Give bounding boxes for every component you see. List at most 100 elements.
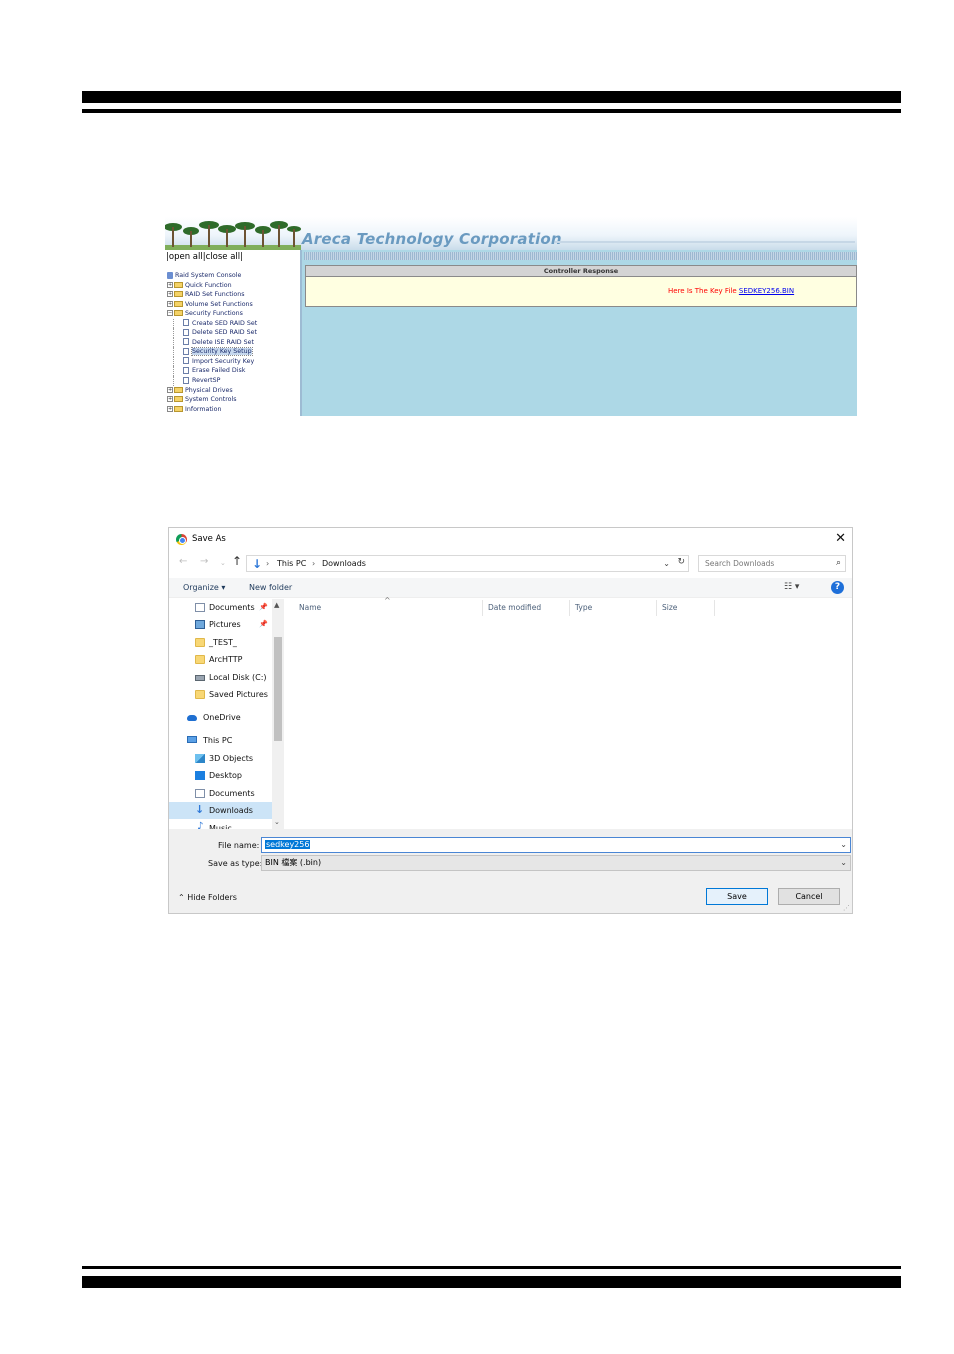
nav-scrollbar[interactable]: ▲ ⌄: [272, 599, 284, 829]
column-date-modified[interactable]: Date modified: [488, 603, 541, 612]
save-as-type-label: Save as type:: [208, 859, 263, 868]
bottom-rule-thin: [82, 1266, 901, 1269]
title-bar: Save As ✕: [169, 528, 852, 552]
nav-item-3d-objects[interactable]: 3D Objects: [169, 750, 272, 767]
close-icon[interactable]: ✕: [835, 531, 846, 546]
expand-icon[interactable]: +: [167, 405, 173, 412]
search-icon[interactable]: ⌕: [836, 556, 841, 571]
this-pc-icon: [187, 736, 197, 743]
tree-quick-function[interactable]: + Quick Function: [167, 281, 301, 291]
tree-item-import-security-key[interactable]: Import Security Key: [167, 356, 301, 367]
page-icon: [183, 347, 189, 355]
page-icon: [183, 319, 189, 327]
page-icon: [183, 338, 189, 346]
address-dropdown-icon[interactable]: ⌄: [663, 556, 670, 571]
areca-web-console: Areca Technology Corporation |open all|c…: [165, 217, 857, 416]
view-options-icon[interactable]: ☷ ▾: [784, 582, 799, 592]
expand-icon[interactable]: +: [167, 396, 173, 403]
nav-item-onedrive[interactable]: OneDrive: [169, 709, 272, 726]
tree-item-delete-ise-raid-set[interactable]: Delete ISE RAID Set: [167, 337, 301, 348]
nav-item-archttp[interactable]: ArcHTTP: [169, 651, 272, 668]
tree-item-security-key-setup[interactable]: Security Key Setup: [167, 347, 301, 357]
forward-arrow-icon[interactable]: →: [200, 556, 208, 567]
tree-item-revertsp[interactable]: RevertSP: [167, 376, 301, 386]
documents-icon: [195, 789, 205, 798]
save-button[interactable]: Save: [706, 888, 768, 905]
navigation-pane: Documents 📌 Pictures 📌 _TEST_ ArcHTTP Loca…: [169, 599, 272, 829]
scroll-up-icon[interactable]: ▲: [274, 601, 279, 609]
scroll-down-icon[interactable]: ⌄: [274, 818, 280, 826]
expand-icon[interactable]: +: [167, 291, 173, 298]
nav-item-pictures[interactable]: Pictures 📌: [169, 616, 272, 633]
address-bar[interactable]: ↓ › This PC › Downloads ⌄ ↻: [246, 555, 689, 572]
nav-item-music[interactable]: ♪ Music: [169, 820, 272, 829]
refresh-icon[interactable]: ↻: [677, 555, 685, 570]
save-as-type-select[interactable]: BIN 檔案 (.bin) ⌄: [261, 855, 851, 871]
open-close-links: |open all|close all|: [166, 252, 244, 262]
nav-item-local-disk[interactable]: Local Disk (C:): [169, 669, 272, 686]
palm-trees-logo: [165, 221, 301, 250]
nav-item-saved-pictures[interactable]: Saved Pictures: [169, 686, 272, 703]
nav-item-documents[interactable]: Documents: [169, 785, 272, 802]
page-icon: [183, 357, 189, 365]
column-divider[interactable]: [482, 600, 483, 616]
column-name[interactable]: Name: [299, 603, 321, 612]
folder-icon: [195, 690, 205, 699]
expand-icon[interactable]: +: [167, 300, 173, 307]
help-icon[interactable]: ?: [831, 581, 844, 594]
file-list-header: Name Date modified Type Size: [287, 600, 847, 618]
nav-item-test[interactable]: _TEST_: [169, 634, 272, 651]
nav-item-this-pc[interactable]: This PC: [169, 732, 272, 749]
column-divider[interactable]: [656, 600, 657, 616]
folder-icon: [174, 396, 183, 403]
nav-item-downloads[interactable]: ↓ Downloads: [169, 802, 272, 819]
tree-root[interactable]: Raid System Console: [167, 271, 301, 281]
file-name-dropdown-icon[interactable]: ⌄: [840, 838, 847, 852]
tree-item-erase-failed-disk[interactable]: Erase Failed Disk: [167, 366, 301, 376]
column-size[interactable]: Size: [662, 603, 677, 612]
search-input[interactable]: Search Downloads ⌕: [698, 555, 846, 572]
desktop-icon: [195, 771, 205, 780]
breadcrumb-this-pc[interactable]: This PC: [277, 556, 306, 571]
tree-item-create-sed-raid-set[interactable]: Create SED RAID Set: [167, 318, 301, 329]
hide-folders-toggle[interactable]: ⌃ Hide Folders: [178, 893, 237, 902]
tree-item-delete-sed-raid-set[interactable]: Delete SED RAID Set: [167, 328, 301, 338]
cancel-button[interactable]: Cancel: [778, 888, 840, 905]
recent-dropdown-icon[interactable]: ⌄: [220, 559, 226, 567]
tree-security-functions[interactable]: − Security Functions: [167, 309, 301, 319]
tree-raid-set-functions[interactable]: + RAID Set Functions: [167, 290, 301, 300]
breadcrumb-downloads[interactable]: Downloads: [322, 556, 366, 571]
folder-icon: [174, 281, 183, 288]
tree-information[interactable]: + Information: [167, 405, 301, 415]
column-divider[interactable]: [714, 600, 715, 616]
expand-icon[interactable]: +: [167, 386, 173, 393]
brand-underline: [555, 241, 855, 243]
page-icon: [183, 376, 189, 384]
scroll-thumb[interactable]: [274, 637, 282, 741]
folder-icon: [174, 300, 183, 307]
nav-item-documents-pinned[interactable]: Documents 📌: [169, 599, 272, 616]
expand-icon[interactable]: +: [167, 281, 173, 288]
save-as-dialog: Save As ✕ ← → ⌄ ↑ ↓ › This PC › Download…: [168, 527, 853, 914]
back-arrow-icon[interactable]: ←: [179, 556, 187, 567]
resize-grip-icon[interactable]: ⋰: [843, 904, 850, 912]
tree-physical-drives[interactable]: + Physical Drives: [167, 386, 301, 396]
close-all-link[interactable]: close all: [206, 252, 241, 262]
chevron-up-icon: ⌃: [178, 893, 185, 902]
file-name-input[interactable]: sedkey256 ⌄: [261, 837, 851, 853]
new-folder-button[interactable]: New folder: [249, 583, 292, 592]
collapse-icon[interactable]: −: [167, 310, 173, 317]
save-type-dropdown-icon[interactable]: ⌄: [840, 856, 847, 870]
music-icon: ♪: [197, 821, 204, 829]
pin-icon: 📌: [259, 603, 268, 611]
column-divider[interactable]: [569, 600, 570, 616]
page-icon: [183, 366, 189, 374]
tree-volume-set-functions[interactable]: + Volume Set Functions: [167, 300, 301, 310]
tree-system-controls[interactable]: + System Controls: [167, 395, 301, 405]
open-all-link[interactable]: open all: [169, 252, 203, 262]
nav-item-desktop[interactable]: Desktop: [169, 767, 272, 784]
column-type[interactable]: Type: [575, 603, 592, 612]
organize-button[interactable]: Organize ▾: [183, 583, 225, 592]
key-file-link[interactable]: SEDKEY256.BIN: [739, 287, 794, 295]
up-arrow-icon[interactable]: ↑: [232, 554, 242, 568]
